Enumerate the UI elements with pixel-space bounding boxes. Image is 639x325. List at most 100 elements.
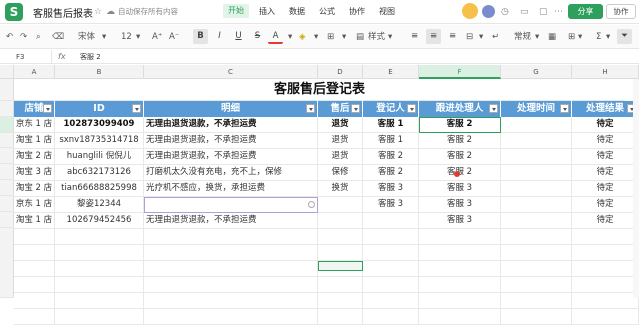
header-store[interactable]: 店铺 bbox=[14, 101, 55, 117]
cell-result[interactable]: 待定 bbox=[572, 213, 639, 229]
empty-cell[interactable] bbox=[55, 229, 144, 245]
cell-result[interactable]: 待定 bbox=[572, 197, 639, 213]
collab-button[interactable]: 协作 bbox=[606, 4, 636, 19]
wrap-icon[interactable]: ↵ bbox=[492, 31, 499, 43]
font-size-dropdown-icon[interactable]: ▾ bbox=[136, 31, 140, 43]
cell-aftersale[interactable]: 保修 bbox=[318, 165, 363, 181]
row-header[interactable] bbox=[0, 164, 14, 180]
cell-time[interactable] bbox=[501, 149, 572, 165]
name-box[interactable]: F3 bbox=[0, 50, 52, 64]
empty-cell[interactable] bbox=[501, 245, 572, 261]
font-decrease-icon[interactable]: A⁻ bbox=[169, 31, 179, 43]
align-left-icon[interactable]: ≡ bbox=[407, 29, 422, 44]
vertical-scrollbar[interactable] bbox=[633, 79, 639, 298]
empty-cell[interactable] bbox=[501, 277, 572, 293]
row-header[interactable] bbox=[0, 196, 14, 212]
align-center-icon[interactable]: ≡ bbox=[426, 29, 441, 44]
column-header-b[interactable]: B bbox=[55, 65, 144, 79]
empty-cell[interactable] bbox=[144, 293, 318, 309]
empty-cell[interactable] bbox=[572, 261, 639, 277]
cell-detail[interactable]: 无理由退货退款，不承担运费 bbox=[144, 117, 318, 133]
header-registrar[interactable]: 登记人 bbox=[363, 101, 419, 117]
cell-aftersale[interactable] bbox=[318, 213, 363, 229]
empty-cell[interactable] bbox=[144, 245, 318, 261]
cell-result[interactable]: 待定 bbox=[572, 181, 639, 197]
cell-aftersale[interactable] bbox=[318, 197, 363, 213]
cell-result[interactable]: 待定 bbox=[572, 117, 639, 133]
empty-cell[interactable] bbox=[318, 277, 363, 293]
border-dropdown-icon[interactable]: ▾ bbox=[342, 31, 346, 43]
format-painter-icon[interactable]: ⌕ bbox=[36, 31, 41, 43]
cell-id[interactable]: sxnv18735314718 bbox=[55, 133, 144, 149]
cell-id[interactable]: 黎姿12344 bbox=[55, 197, 144, 213]
empty-cell[interactable] bbox=[318, 245, 363, 261]
cell-handler[interactable]: 客服 3 bbox=[419, 197, 501, 213]
redo-icon[interactable]: ↷ bbox=[20, 31, 27, 43]
number-format-dropdown-icon[interactable]: ▾ bbox=[535, 31, 539, 43]
align-right-icon[interactable]: ≡ bbox=[445, 29, 460, 44]
style-icon[interactable]: ▤ bbox=[356, 31, 364, 43]
empty-cell[interactable] bbox=[419, 309, 501, 325]
cell-result[interactable]: 待定 bbox=[572, 149, 639, 165]
header-handler[interactable]: 跟进处理人 bbox=[419, 101, 501, 117]
empty-cell[interactable] bbox=[419, 229, 501, 245]
empty-cell[interactable] bbox=[501, 261, 572, 277]
row-header[interactable] bbox=[0, 101, 14, 117]
empty-cell[interactable] bbox=[572, 229, 639, 245]
sum-dropdown-icon[interactable]: ▾ bbox=[606, 31, 610, 43]
font-dropdown-icon[interactable]: ▾ bbox=[102, 31, 106, 43]
history-icon[interactable]: ◷ bbox=[501, 6, 509, 18]
empty-cell[interactable] bbox=[14, 277, 55, 293]
cell-detail[interactable]: 光疗机不感应，换货，承担运费 bbox=[144, 181, 318, 197]
header-id[interactable]: ID bbox=[55, 101, 144, 117]
menu-collab[interactable]: 协作 bbox=[349, 6, 365, 17]
sum-icon[interactable]: Σ bbox=[596, 31, 601, 43]
star-icon[interactable]: ☆ bbox=[94, 6, 102, 18]
cell-aftersale[interactable]: 退货 bbox=[318, 117, 363, 133]
empty-cell[interactable] bbox=[318, 309, 363, 325]
cell-time[interactable] bbox=[501, 197, 572, 213]
insert-dropdown-icon[interactable]: ▾ bbox=[578, 31, 582, 43]
fill-dropdown-icon[interactable]: ▾ bbox=[314, 31, 318, 43]
cell-result[interactable]: 待定 bbox=[572, 133, 639, 149]
empty-cell[interactable] bbox=[572, 293, 639, 309]
strike-button[interactable]: S bbox=[250, 29, 265, 44]
user-avatar[interactable] bbox=[482, 5, 495, 18]
cell-detail[interactable]: 打磨机太久没有充电，充不上，保修 bbox=[144, 165, 318, 181]
cell-registrar[interactable]: 客服 2 bbox=[363, 149, 419, 165]
filter-dropdown-icon[interactable] bbox=[489, 104, 498, 113]
share-button[interactable]: 分享 bbox=[568, 4, 603, 19]
filter-dropdown-icon[interactable] bbox=[407, 104, 416, 113]
row-header[interactable] bbox=[0, 228, 14, 298]
empty-cell[interactable] bbox=[501, 229, 572, 245]
video-icon[interactable]: ▭ bbox=[520, 6, 529, 18]
cell-aftersale[interactable]: 换货 bbox=[318, 181, 363, 197]
header-detail[interactable]: 明细 bbox=[144, 101, 318, 117]
editing-cell-outline[interactable] bbox=[144, 197, 318, 213]
cell-handler[interactable]: 客服 2 bbox=[419, 165, 501, 181]
cell-detail[interactable]: 无理由退货退款，不承担运费 bbox=[144, 133, 318, 149]
undo-icon[interactable]: ↶ bbox=[6, 31, 13, 43]
row-header[interactable] bbox=[0, 148, 14, 164]
menu-data[interactable]: 数据 bbox=[289, 6, 305, 17]
row-header[interactable] bbox=[0, 133, 14, 148]
cell-handler[interactable]: 客服 3 bbox=[419, 181, 501, 197]
row-header[interactable] bbox=[0, 79, 14, 101]
cell-store[interactable]: 京东 1 店 bbox=[14, 117, 55, 133]
empty-cell[interactable] bbox=[144, 277, 318, 293]
cell-store[interactable]: 淘宝 1 店 bbox=[14, 133, 55, 149]
menu-formula[interactable]: 公式 bbox=[319, 6, 335, 17]
font-select[interactable]: 宋体 bbox=[78, 31, 95, 43]
empty-cell[interactable] bbox=[501, 309, 572, 325]
empty-cell[interactable] bbox=[501, 293, 572, 309]
font-color-dropdown-icon[interactable]: ▾ bbox=[288, 31, 292, 43]
empty-cell[interactable] bbox=[55, 261, 144, 277]
empty-cell[interactable] bbox=[55, 245, 144, 261]
cell-handler[interactable]: 客服 2 bbox=[419, 149, 501, 165]
cell-registrar[interactable]: 客服 3 bbox=[363, 197, 419, 213]
empty-cell[interactable] bbox=[363, 293, 419, 309]
empty-cell[interactable] bbox=[363, 277, 419, 293]
empty-cell[interactable] bbox=[144, 229, 318, 245]
empty-cell[interactable] bbox=[144, 261, 318, 277]
header-result[interactable]: 处理结果 bbox=[572, 101, 639, 117]
